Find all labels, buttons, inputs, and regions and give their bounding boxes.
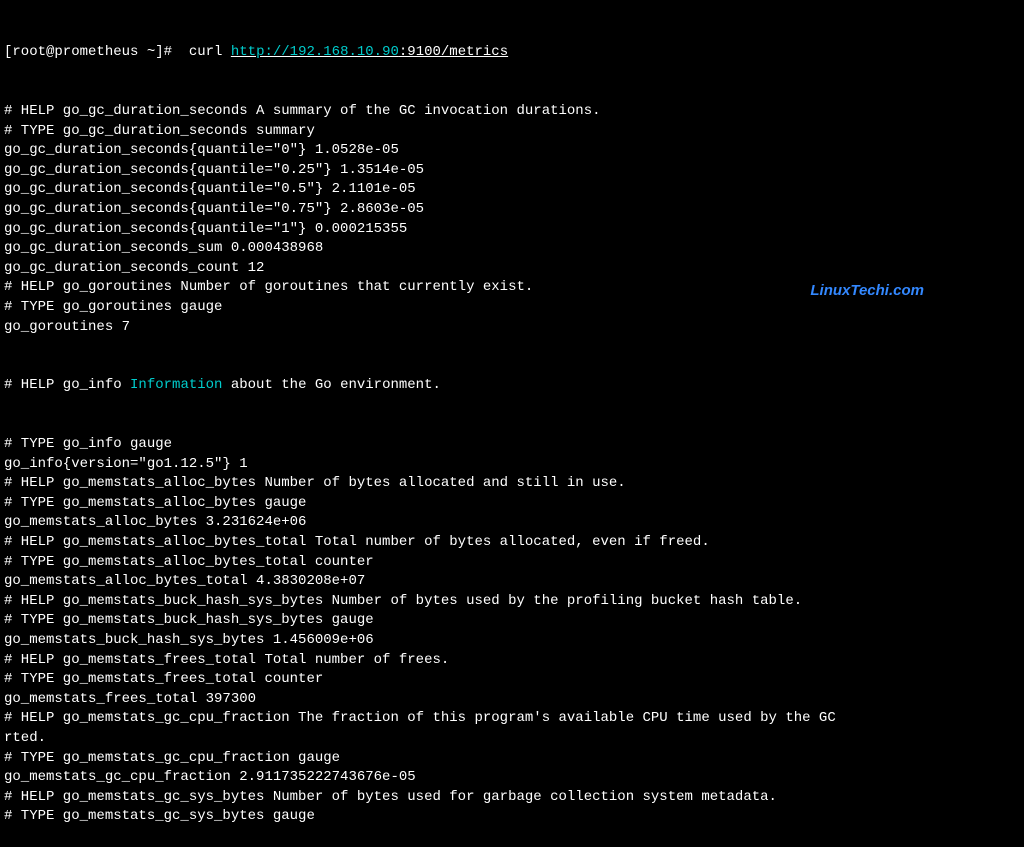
output-line: go_gc_duration_seconds{quantile="0.25"} …	[4, 161, 1020, 181]
info-suffix: about the Go environment.	[222, 377, 440, 393]
info-prefix: # HELP go_info	[4, 377, 130, 393]
output-line: # TYPE go_memstats_alloc_bytes_total cou…	[4, 553, 1020, 573]
terminal-output: [root@prometheus ~]# curl http://192.168…	[4, 4, 1020, 847]
output-line: # TYPE go_memstats_gc_sys_bytes gauge	[4, 807, 1020, 827]
output-line: go_goroutines 7	[4, 318, 1020, 338]
output-line: # TYPE go_memstats_frees_total counter	[4, 670, 1020, 690]
output-line: go_gc_duration_seconds_count 12	[4, 259, 1020, 279]
output-line: go_gc_duration_seconds{quantile="0.5"} 2…	[4, 180, 1020, 200]
command-url: http://192.168.10.90:9100/metrics	[231, 44, 508, 60]
watermark-text: LinuxTechi.com	[810, 280, 924, 301]
output-line: go_memstats_buck_hash_sys_bytes 1.456009…	[4, 631, 1020, 651]
output-line: go_memstats_gc_cpu_fraction 2.9117352227…	[4, 768, 1020, 788]
output-info-line: # HELP go_info Information about the Go …	[4, 376, 1020, 396]
output-line: go_memstats_alloc_bytes_total 4.3830208e…	[4, 572, 1020, 592]
output-line: go_gc_duration_seconds{quantile="0"} 1.0…	[4, 141, 1020, 161]
output-line: # HELP go_memstats_frees_total Total num…	[4, 651, 1020, 671]
output-line: go_memstats_frees_total 397300	[4, 690, 1020, 710]
info-highlighted: Information	[130, 377, 222, 393]
output-line: go_gc_duration_seconds{quantile="1"} 0.0…	[4, 220, 1020, 240]
command-curl: curl	[189, 44, 231, 60]
output-line: # TYPE go_info gauge	[4, 435, 1020, 455]
output-line: # HELP go_memstats_gc_sys_bytes Number o…	[4, 788, 1020, 808]
output-line: # TYPE go_memstats_buck_hash_sys_bytes g…	[4, 611, 1020, 631]
prompt-text: [root@prometheus ~]#	[4, 44, 189, 60]
output-line: # HELP go_memstats_gc_cpu_fraction The f…	[4, 709, 1020, 729]
output-line: # HELP go_memstats_alloc_bytes Number of…	[4, 474, 1020, 494]
output-line: # HELP go_memstats_buck_hash_sys_bytes N…	[4, 592, 1020, 612]
output-line: go_info{version="go1.12.5"} 1	[4, 455, 1020, 475]
output-line: # TYPE go_gc_duration_seconds summary	[4, 122, 1020, 142]
output-line: go_memstats_alloc_bytes 3.231624e+06	[4, 513, 1020, 533]
output-line: # TYPE go_memstats_alloc_bytes gauge	[4, 494, 1020, 514]
output-line: go_gc_duration_seconds_sum 0.000438968	[4, 239, 1020, 259]
url-rest: :9100/metrics	[399, 44, 508, 60]
prompt-line: [root@prometheus ~]# curl http://192.168…	[4, 43, 1020, 63]
output-line: # TYPE go_memstats_gc_cpu_fraction gauge	[4, 749, 1020, 769]
output-line: rted.	[4, 729, 1020, 749]
output-line: go_gc_duration_seconds{quantile="0.75"} …	[4, 200, 1020, 220]
url-scheme: http://192.168.10.90	[231, 44, 399, 60]
output-line: # HELP go_memstats_alloc_bytes_total Tot…	[4, 533, 1020, 553]
output-line: # HELP go_gc_duration_seconds A summary …	[4, 102, 1020, 122]
